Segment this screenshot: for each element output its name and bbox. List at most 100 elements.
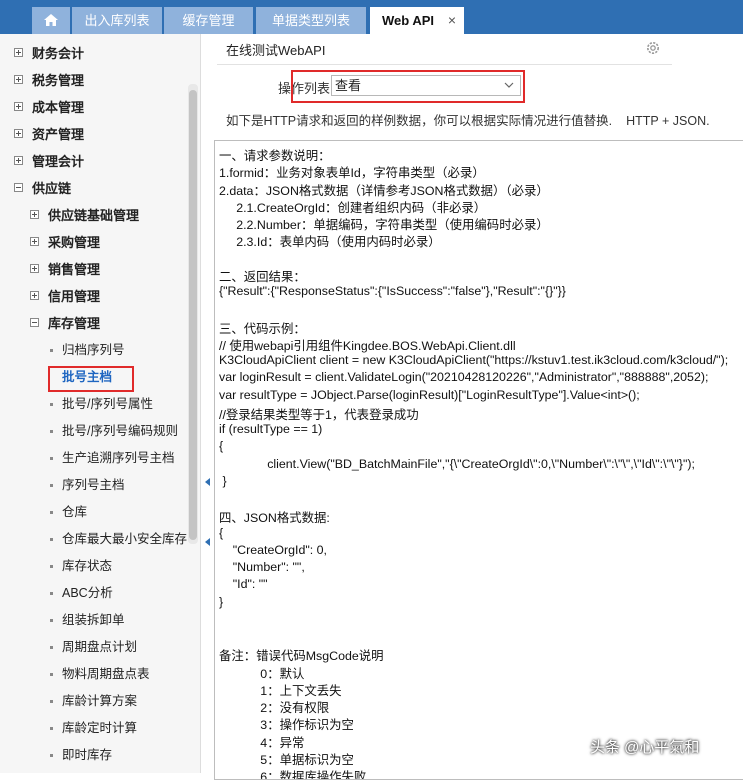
sidebar-leaf[interactable]: 生产追溯序列号主档 bbox=[0, 445, 188, 472]
sidebar-leaf[interactable]: 批号/序列号属性 bbox=[0, 391, 188, 418]
tab-bar: 出入库列表 缓存管理 单据类型列表 Web API × bbox=[0, 0, 743, 34]
code-line: { bbox=[219, 439, 224, 454]
sidebar-item-label: 组装拆卸单 bbox=[62, 613, 125, 627]
sidebar-item-label: 仓库 bbox=[62, 505, 88, 519]
sidebar-item-label: 库存状态 bbox=[62, 559, 113, 573]
sidebar-item-supply-chain[interactable]: 供应链 bbox=[0, 175, 188, 202]
sidebar-item-label: 成本管理 bbox=[32, 100, 85, 115]
bullet-icon bbox=[50, 538, 53, 541]
code-line: 2.1.CreateOrgId：创建者组织内码（非必录） bbox=[219, 200, 487, 215]
sidebar: 财务会计 税务管理 成本管理 资产管理 管理会计 供应链 供应链基础管理 采购管… bbox=[0, 34, 201, 773]
bullet-icon bbox=[50, 673, 53, 676]
sidebar-item-label: 序列号主档 bbox=[62, 478, 125, 492]
code-line: } bbox=[219, 473, 227, 488]
sidebar-leaf[interactable]: 物料周期盘点表 bbox=[0, 661, 188, 688]
sidebar-item-label: 归档序列号 bbox=[62, 343, 125, 357]
sidebar-leaf[interactable]: 组装拆卸单 bbox=[0, 607, 188, 634]
sidebar-item-label: 销售管理 bbox=[48, 262, 101, 277]
sidebar-leaf[interactable]: 库存状态 bbox=[0, 553, 188, 580]
code-line: "Number": "", bbox=[219, 560, 305, 574]
bullet-icon bbox=[50, 619, 53, 622]
expand-icon[interactable] bbox=[30, 264, 39, 273]
sidebar-item-credit[interactable]: 信用管理 bbox=[0, 283, 188, 310]
close-icon[interactable]: × bbox=[448, 7, 456, 34]
sidebar-item-tax[interactable]: 税务管理 bbox=[0, 67, 188, 94]
bullet-icon bbox=[50, 592, 53, 595]
format-text: HTTP + JSON. bbox=[626, 114, 710, 128]
sidebar-item-cost[interactable]: 成本管理 bbox=[0, 94, 188, 121]
bullet-icon bbox=[50, 349, 53, 352]
sidebar-leaf[interactable]: 批号/序列号编码规则 bbox=[0, 418, 188, 445]
tab-label: 单据类型列表 bbox=[271, 13, 350, 28]
bullet-icon bbox=[50, 484, 53, 487]
expand-icon[interactable] bbox=[30, 210, 39, 219]
sidebar-item-mgmt-accounting[interactable]: 管理会计 bbox=[0, 148, 188, 175]
code-line: K3CloudApiClient client = new K3CloudApi… bbox=[219, 353, 729, 367]
tab-doc-type-list[interactable]: 单据类型列表 bbox=[256, 7, 366, 34]
sidebar-item-label: 批号/序列号编码规则 bbox=[62, 424, 178, 438]
tab-home[interactable] bbox=[32, 7, 70, 34]
code-line: 3：操作标识为空 bbox=[219, 718, 354, 733]
expand-icon[interactable] bbox=[14, 48, 23, 57]
expand-icon[interactable] bbox=[14, 129, 23, 138]
bullet-icon bbox=[50, 727, 53, 730]
sidebar-leaf[interactable]: 周期盘点计划 bbox=[0, 634, 188, 661]
code-line: 5：单据标识为空 bbox=[219, 752, 354, 767]
page-title: 在线测试WebAPI bbox=[226, 43, 326, 58]
sidebar-item-sales[interactable]: 销售管理 bbox=[0, 256, 188, 283]
sidebar-leaf[interactable]: 归档序列号 bbox=[0, 337, 188, 364]
collapse-icon[interactable] bbox=[30, 318, 39, 327]
tab-label: 出入库列表 bbox=[84, 13, 150, 28]
gear-icon[interactable] bbox=[645, 40, 661, 56]
sidebar-item-label: 采购管理 bbox=[48, 235, 101, 250]
code-line: client.View("BD_BatchMainFile","{\"Creat… bbox=[219, 456, 695, 471]
code-line: 三、代码示例： bbox=[219, 321, 306, 336]
code-line: 2.3.Id：表单内码（使用内码时必录） bbox=[219, 235, 441, 250]
code-line: var loginResult = client.ValidateLogin("… bbox=[219, 370, 709, 385]
sidebar-scrollbar-thumb[interactable] bbox=[189, 90, 197, 540]
code-line: var resultType = JObject.Parse(loginResu… bbox=[219, 387, 640, 402]
sidebar-leaf[interactable]: 即时库存 bbox=[0, 742, 188, 769]
collapse-arrow-icon[interactable] bbox=[205, 478, 210, 486]
tab-cache-manage[interactable]: 缓存管理 bbox=[164, 7, 253, 34]
sidebar-leaf[interactable]: ABC分析 bbox=[0, 580, 188, 607]
expand-icon[interactable] bbox=[14, 102, 23, 111]
bullet-icon bbox=[50, 565, 53, 568]
code-line: if (resultType == 1) bbox=[219, 422, 323, 436]
code-sample-area[interactable]: 一、请求参数说明： 1.formid：业务对象表单Id，字符串类型（必录） 2.da… bbox=[214, 140, 743, 780]
expand-icon[interactable] bbox=[30, 291, 39, 300]
code-line: } bbox=[219, 594, 224, 609]
sidebar-item-purchase[interactable]: 采购管理 bbox=[0, 229, 188, 256]
sidebar-leaf[interactable]: 库龄计算方案 bbox=[0, 688, 188, 715]
expand-icon[interactable] bbox=[30, 237, 39, 246]
sidebar-item-label: 周期盘点计划 bbox=[62, 640, 138, 654]
tab-label: 缓存管理 bbox=[182, 13, 235, 28]
sidebar-leaf[interactable]: 库龄定时计算 bbox=[0, 715, 188, 742]
collapse-arrow-icon[interactable] bbox=[205, 538, 210, 546]
sidebar-item-finance[interactable]: 财务会计 bbox=[0, 40, 188, 67]
tab-inout-list[interactable]: 出入库列表 bbox=[72, 7, 162, 34]
sidebar-leaf[interactable]: 仓库 bbox=[0, 499, 188, 526]
expand-icon[interactable] bbox=[14, 75, 23, 84]
bullet-icon bbox=[50, 403, 53, 406]
bullet-icon bbox=[50, 646, 53, 649]
sidebar-item-label: 库存管理 bbox=[48, 316, 101, 331]
collapse-icon[interactable] bbox=[14, 183, 23, 192]
expand-icon[interactable] bbox=[14, 156, 23, 165]
sidebar-item-label: 管理会计 bbox=[32, 154, 85, 169]
sidebar-item-inventory[interactable]: 库存管理 bbox=[0, 310, 188, 337]
code-line: 0：默认 bbox=[219, 666, 305, 681]
bullet-icon bbox=[50, 511, 53, 514]
sidebar-leaf[interactable]: 仓库最大最小安全库存 bbox=[0, 526, 188, 553]
sidebar-item-assets[interactable]: 资产管理 bbox=[0, 121, 188, 148]
operation-highlight bbox=[291, 70, 525, 103]
sidebar-item-label: 税务管理 bbox=[32, 73, 85, 88]
code-line: 6：数据库操作失败 bbox=[219, 770, 367, 780]
tab-web-api[interactable]: Web API × bbox=[370, 7, 464, 34]
bullet-icon bbox=[50, 754, 53, 757]
code-line: {"Result":{"ResponseStatus":{"IsSuccess"… bbox=[219, 284, 566, 298]
watermark: 头条 @心平氣和 bbox=[590, 739, 700, 756]
sidebar-item-sc-base[interactable]: 供应链基础管理 bbox=[0, 202, 188, 229]
code-line: "CreateOrgId": 0, bbox=[219, 542, 327, 557]
sidebar-leaf[interactable]: 序列号主档 bbox=[0, 472, 188, 499]
